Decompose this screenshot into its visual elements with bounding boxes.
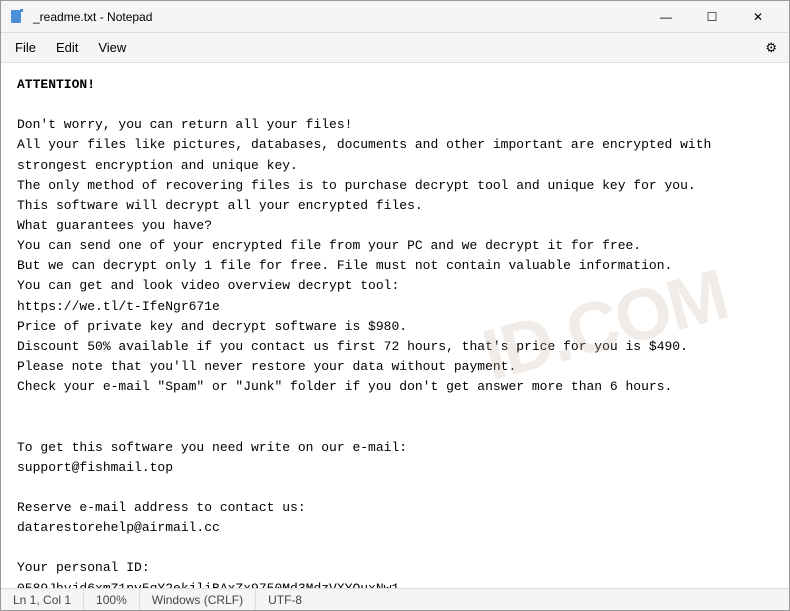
line-25: Your personal ID: [17, 558, 773, 578]
menu-file[interactable]: File [5, 36, 46, 59]
line-blank-2 [17, 397, 773, 417]
line-16: Check your e-mail "Spam" or "Junk" folde… [17, 377, 773, 397]
line-ending: Windows (CRLF) [140, 589, 256, 610]
close-button[interactable]: ✕ [735, 1, 781, 33]
line-1: ATTENTION! [17, 75, 773, 95]
line-4: All your files like pictures, databases,… [17, 135, 773, 155]
line-22: Reserve e-mail address to contact us: [17, 498, 773, 518]
line-7: This software will decrypt all your encr… [17, 196, 773, 216]
notepad-icon [9, 9, 25, 25]
title-bar: _readme.txt - Notepad — ☐ ✕ [1, 1, 789, 33]
line-blank-1 [17, 95, 773, 115]
status-bar: Ln 1, Col 1 100% Windows (CRLF) UTF-8 [1, 588, 789, 610]
settings-icon[interactable]: ⚙ [757, 36, 785, 60]
menu-bar: File Edit View ⚙ [1, 33, 789, 63]
maximize-button[interactable]: ☐ [689, 1, 735, 33]
window-controls: — ☐ ✕ [643, 1, 781, 33]
menu-edit[interactable]: Edit [46, 36, 88, 59]
line-19: To get this software you need write on o… [17, 438, 773, 458]
minimize-button[interactable]: — [643, 1, 689, 33]
line-20: support@fishmail.top [17, 458, 773, 478]
line-13: Price of private key and decrypt softwar… [17, 317, 773, 337]
line-14: Discount 50% available if you contact us… [17, 337, 773, 357]
text-editor[interactable]: ID.COM ATTENTION! Don't worry, you can r… [1, 63, 789, 588]
line-9: You can send one of your encrypted file … [17, 236, 773, 256]
menu-view[interactable]: View [88, 36, 136, 59]
line-11: You can get and look video overview decr… [17, 276, 773, 296]
line-8: What guarantees you have? [17, 216, 773, 236]
line-10: But we can decrypt only 1 file for free.… [17, 256, 773, 276]
line-blank-5 [17, 538, 773, 558]
line-blank-3 [17, 417, 773, 437]
cursor-position: Ln 1, Col 1 [1, 589, 84, 610]
content-area: ID.COM ATTENTION! Don't worry, you can r… [1, 63, 789, 588]
line-5: strongest encryption and unique key. [17, 156, 773, 176]
window-title: _readme.txt - Notepad [33, 10, 643, 24]
notepad-window: _readme.txt - Notepad — ☐ ✕ File Edit Vi… [0, 0, 790, 611]
line-12: https://we.tl/t-IfeNgr671e [17, 297, 773, 317]
line-6: The only method of recovering files is t… [17, 176, 773, 196]
line-15: Please note that you'll never restore yo… [17, 357, 773, 377]
zoom-level: 100% [84, 589, 140, 610]
line-3: Don't worry, you can return all your fil… [17, 115, 773, 135]
encoding: UTF-8 [256, 589, 314, 610]
line-blank-4 [17, 478, 773, 498]
line-23: datarestorehelp@airmail.cc [17, 518, 773, 538]
line-26: 0589Jhyjd6xmZ1pv5qY2ekjliBAxZx9750Md3Mdz… [17, 579, 773, 588]
